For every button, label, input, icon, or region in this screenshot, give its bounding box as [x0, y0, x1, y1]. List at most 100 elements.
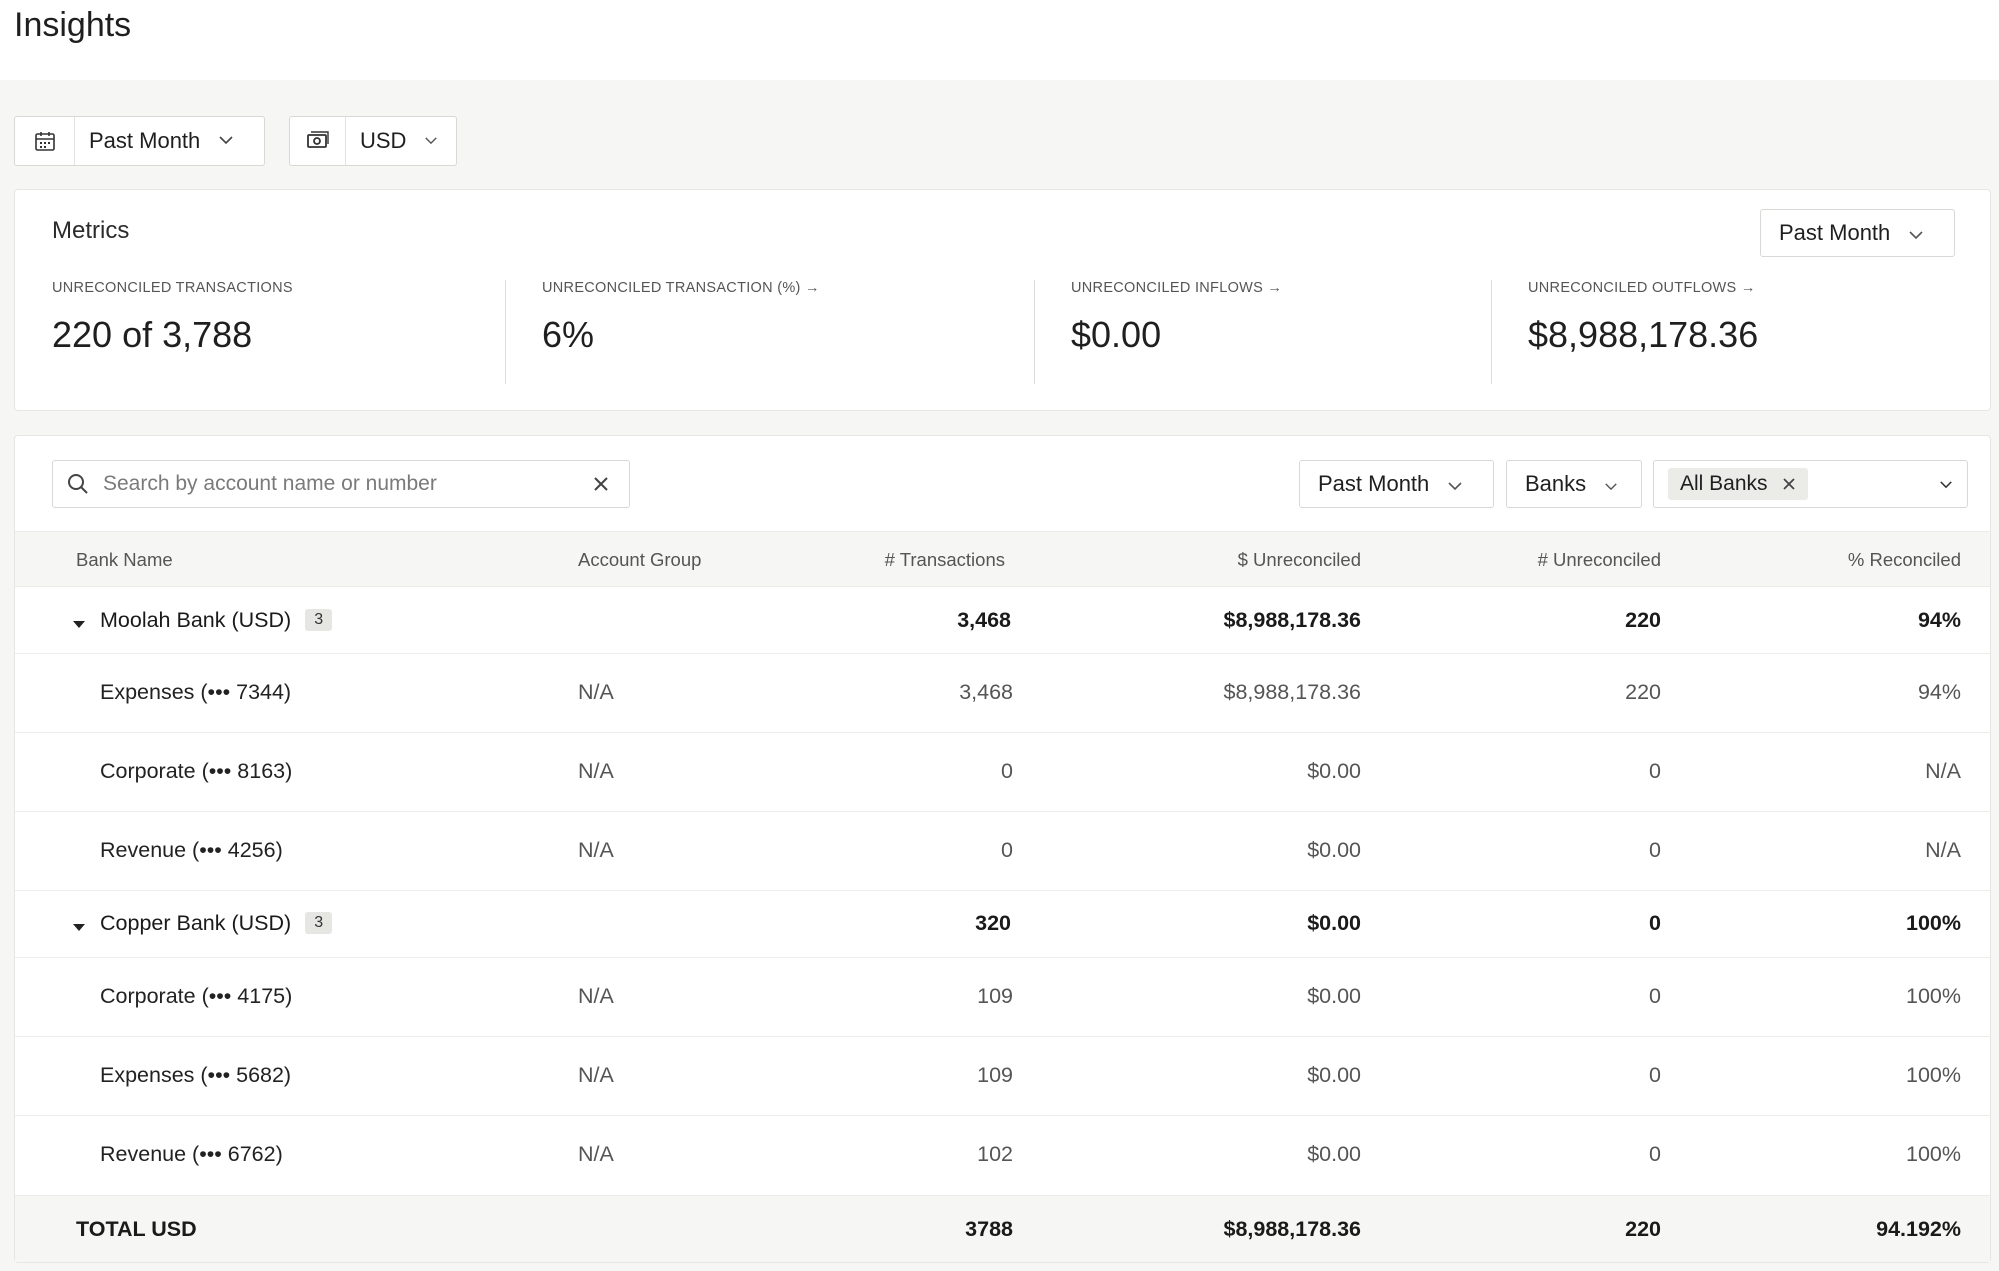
transactions-cell: 0: [1001, 759, 1013, 783]
unreconciled-count-cell: 0: [1649, 1063, 1661, 1087]
currency-label: USD: [360, 128, 407, 153]
transactions-cell: 109: [977, 1063, 1013, 1087]
reconciled-percent-cell: 100%: [1906, 911, 1961, 935]
column-header-unreconciled-count[interactable]: # Unreconciled: [1441, 549, 1661, 571]
table-row[interactable]: Corporate (••• 4175) N/A 109 $0.00 0 100…: [15, 958, 1990, 1037]
unreconciled-count-cell: 0: [1649, 759, 1661, 783]
metric-unreconciled-percent[interactable]: UNRECONCILED TRANSACTION (%) → 6%: [542, 280, 820, 356]
metrics-period-label: Past Month: [1779, 220, 1891, 245]
search-input[interactable]: [103, 472, 573, 496]
total-transactions-cell: 3788: [965, 1217, 1013, 1241]
transactions-cell: 3,468: [959, 680, 1013, 704]
unreconciled-amount-cell: $0.00: [1307, 984, 1361, 1008]
account-group-cell: N/A: [578, 984, 614, 1008]
account-count-badge: 3: [305, 912, 333, 934]
table-row[interactable]: Revenue (••• 4256) N/A 0 $0.00 0 N/A: [15, 812, 1990, 891]
unreconciled-amount-cell: $0.00: [1307, 838, 1361, 862]
bank-name: Moolah Bank (USD) 3: [100, 608, 333, 633]
chevron-down-icon: [218, 132, 234, 150]
grouping-select[interactable]: Banks: [1506, 460, 1642, 508]
unreconciled-count-cell: 220: [1625, 680, 1661, 704]
metric-value: 6%: [542, 314, 595, 355]
metrics-title: Metrics: [52, 217, 130, 244]
transactions-cell: 3,468: [957, 608, 1011, 632]
metric-label: UNRECONCILED INFLOWS →: [1071, 280, 1283, 296]
unreconciled-count-cell: 0: [1649, 1142, 1661, 1166]
currency-filter[interactable]: USD: [289, 116, 457, 166]
account-name-cell: Corporate (••• 4175): [100, 984, 293, 1008]
metrics-period-select[interactable]: Past Month: [1760, 209, 1955, 257]
metric-value: $0.00: [1071, 314, 1162, 355]
column-header-account-group[interactable]: Account Group: [578, 549, 701, 571]
reconciled-percent-cell: 100%: [1906, 984, 1961, 1008]
caret-down-icon[interactable]: [72, 616, 86, 634]
account-group-cell: N/A: [578, 1142, 614, 1166]
bank-name-label: Copper Bank (USD): [100, 911, 292, 935]
unreconciled-count-cell: 220: [1625, 608, 1661, 632]
metric-divider: [505, 280, 506, 384]
unreconciled-amount-cell: $0.00: [1307, 759, 1361, 783]
page-title: Insights: [14, 6, 132, 44]
accounts-table-card: Past Month Banks All Banks Bank Name Acc…: [14, 435, 1991, 1263]
unreconciled-amount-cell: $0.00: [1307, 911, 1361, 935]
metric-unreconciled-inflows[interactable]: UNRECONCILED INFLOWS → $0.00: [1071, 280, 1282, 356]
metric-divider: [1491, 280, 1492, 384]
metric-value: $8,988,178.36: [1528, 314, 1759, 355]
transactions-cell: 109: [977, 984, 1013, 1008]
account-group-cell: N/A: [578, 838, 614, 862]
account-name-cell: Revenue (••• 6762): [100, 1142, 283, 1166]
table-period-select[interactable]: Past Month: [1299, 460, 1494, 508]
account-name-cell: Expenses (••• 7344): [100, 680, 292, 704]
account-group-cell: N/A: [578, 759, 614, 783]
bank-name: Copper Bank (USD) 3: [100, 911, 333, 936]
table-period-label: Past Month: [1318, 471, 1430, 496]
account-name-cell: Revenue (••• 4256): [100, 838, 283, 862]
bank-name-label: Moolah Bank (USD): [100, 608, 292, 632]
table-group-row[interactable]: Copper Bank (USD) 3 320 $0.00 0 100%: [15, 891, 1990, 958]
calendar-icon: [15, 117, 75, 165]
metric-label: UNRECONCILED OUTFLOWS →: [1528, 280, 1756, 296]
transactions-cell: 102: [977, 1142, 1013, 1166]
chevron-down-icon: [1604, 471, 1618, 497]
metric-value: 220 of 3,788: [52, 314, 253, 355]
close-icon[interactable]: [573, 475, 629, 493]
column-header-transactions[interactable]: # Transactions: [805, 549, 1005, 571]
table-group-row[interactable]: Moolah Bank (USD) 3 3,468 $8,988,178.36 2…: [15, 588, 1990, 654]
account-group-cell: N/A: [578, 1063, 614, 1087]
account-count-badge: 3: [305, 609, 333, 631]
money-icon: [290, 117, 346, 165]
reconciled-percent-cell: N/A: [1925, 759, 1961, 783]
unreconciled-amount-cell: $8,988,178.36: [1223, 680, 1362, 704]
account-group-cell: N/A: [578, 680, 614, 704]
total-reconciled-percent-cell: 94.192%: [1876, 1217, 1961, 1241]
table-row[interactable]: Expenses (••• 5682) N/A 109 $0.00 0 100%: [15, 1037, 1990, 1116]
chevron-down-icon: [1447, 471, 1463, 497]
unreconciled-count-cell: 0: [1649, 838, 1661, 862]
caret-down-icon[interactable]: [72, 919, 86, 937]
table-row[interactable]: Revenue (••• 6762) N/A 102 $0.00 0 100%: [15, 1116, 1990, 1196]
table-row[interactable]: Corporate (••• 8163) N/A 0 $0.00 0 N/A: [15, 733, 1990, 812]
transactions-cell: 0: [1001, 838, 1013, 862]
unreconciled-amount-cell: $0.00: [1307, 1142, 1361, 1166]
chevron-down-icon: [1939, 480, 1953, 489]
metric-label: UNRECONCILED TRANSACTION (%) →: [542, 280, 820, 296]
total-unreconciled-amount-cell: $8,988,178.36: [1223, 1217, 1362, 1241]
table-total-row: TOTAL USD 3788 $8,988,178.36 220 94.192%: [15, 1196, 1990, 1262]
reconciled-percent-cell: 100%: [1906, 1142, 1961, 1166]
column-header-bank-name[interactable]: Bank Name: [76, 549, 173, 571]
unreconciled-count-cell: 0: [1649, 911, 1661, 935]
reconciled-percent-cell: 94%: [1917, 680, 1961, 704]
column-header-unreconciled-amount[interactable]: $ Unreconciled: [1111, 549, 1361, 571]
unreconciled-amount-cell: $0.00: [1307, 1063, 1361, 1087]
table-row[interactable]: Expenses (••• 7344) N/A 3,468 $8,988,178…: [15, 654, 1990, 733]
transactions-cell: 320: [975, 911, 1011, 935]
unreconciled-amount-cell: $8,988,178.36: [1223, 608, 1362, 632]
close-icon[interactable]: [1782, 477, 1796, 491]
bank-filter-select[interactable]: All Banks: [1653, 460, 1968, 508]
metric-unreconciled-outflows[interactable]: UNRECONCILED OUTFLOWS → $8,988,178.36: [1528, 280, 1758, 356]
date-range-filter[interactable]: Past Month: [14, 116, 265, 166]
metric-divider: [1034, 280, 1035, 384]
top-bar: Insights: [0, 0, 1999, 80]
chevron-down-icon: [424, 132, 438, 150]
column-header-reconciled-percent[interactable]: % Reconciled: [1741, 549, 1961, 571]
